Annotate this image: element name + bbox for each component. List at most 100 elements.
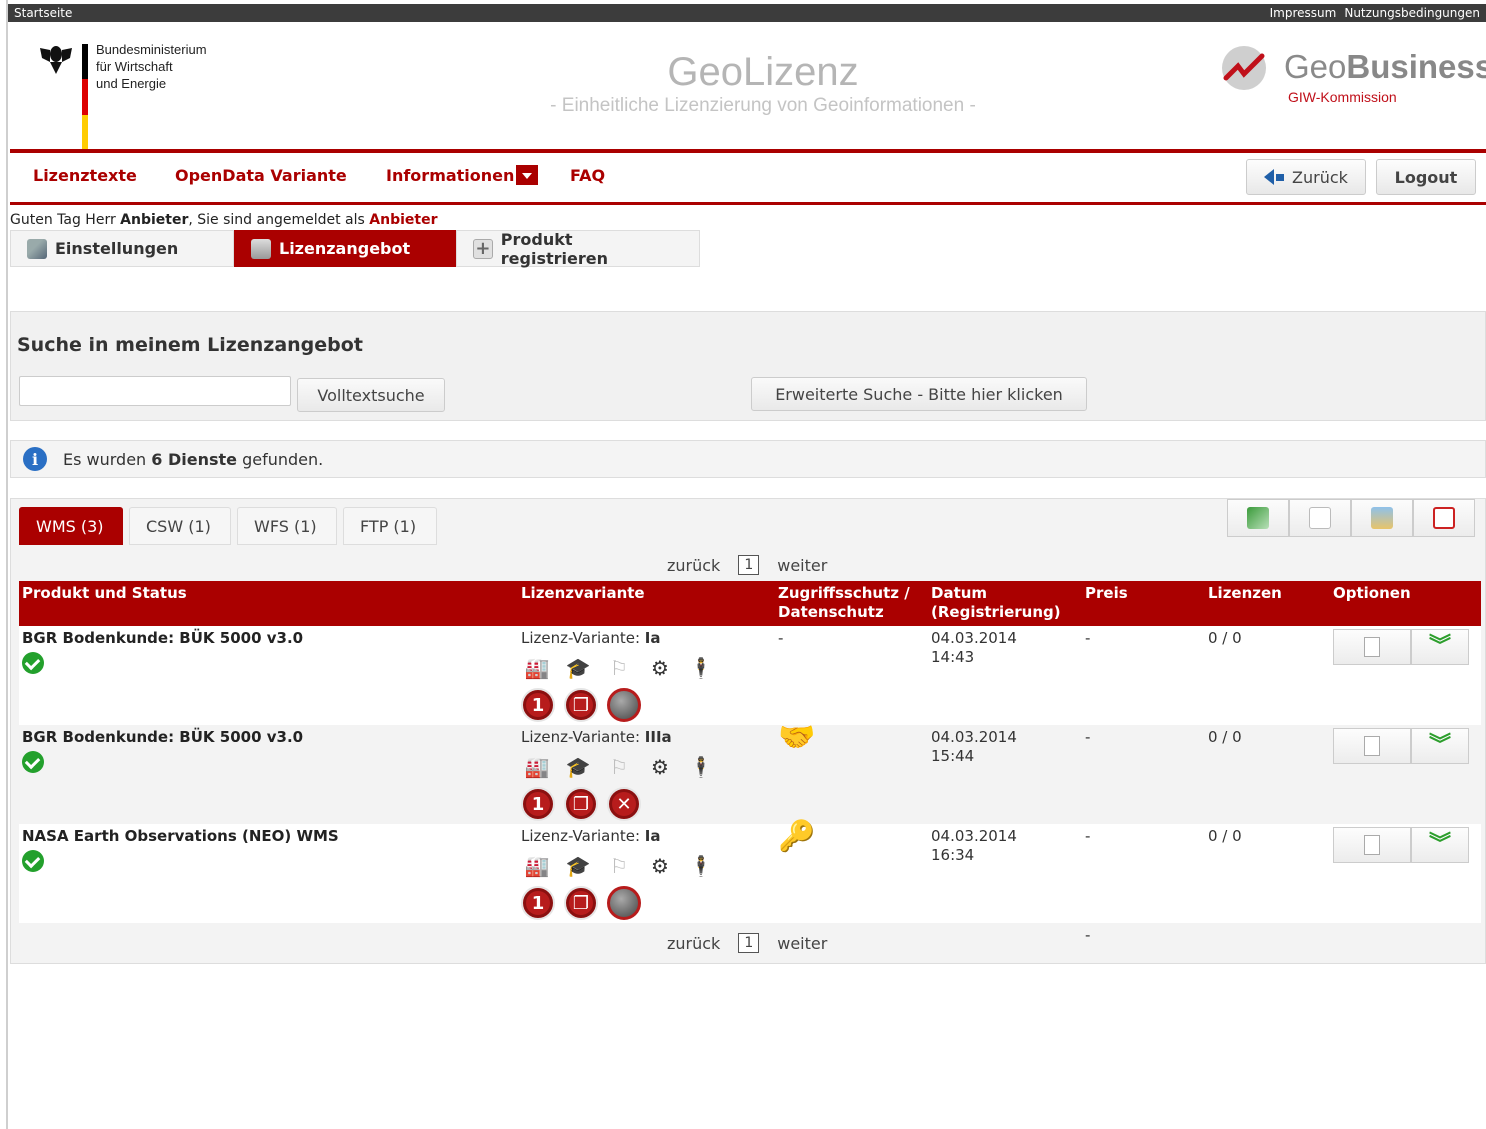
pager-next[interactable]: weiter [777, 934, 827, 953]
geobusiness-logo-icon [1222, 46, 1266, 90]
double-chevron-down-icon: ︾ [1428, 634, 1451, 659]
no-distribution-icon: ✕ [607, 787, 641, 821]
table-row: NASA Earth Observations (NEO) WMS Lizenz… [19, 822, 1481, 923]
license-variant: Lizenz-Variante: IIIa [521, 728, 672, 746]
one-user-icon: 1 [521, 886, 555, 920]
gear-icon: ⚙ [651, 754, 669, 779]
col-header-product[interactable]: Produkt und Status [19, 581, 518, 626]
back-arrow-icon [1264, 169, 1275, 185]
expand-button[interactable]: ︾ [1411, 827, 1469, 863]
info-icon: i [23, 447, 47, 471]
export-toolbar [1227, 499, 1475, 537]
table-row: BGR Bodenkunde: BÜK 5000 v3.0 Lizenz-Var… [19, 723, 1481, 824]
price: - [1082, 824, 1205, 923]
footer-dash: - [1082, 923, 1205, 948]
logout-button[interactable]: Logout [1376, 159, 1476, 195]
copy-icon: ❐ [564, 787, 598, 821]
tab-produkt-registrieren[interactable]: + Produkt registrieren [456, 230, 700, 268]
registration-date: 04.03.2014 14:43 [928, 626, 1082, 725]
gear-icon: ⚙ [651, 853, 669, 878]
nav-opendata-variante[interactable]: OpenData Variante [175, 166, 347, 185]
col-header-options: Optionen [1330, 581, 1481, 626]
pager-bottom: zurück 1 weiter [667, 933, 827, 953]
status-ok-icon [22, 751, 44, 773]
price: - [1082, 725, 1205, 824]
advanced-search-button[interactable]: Erweiterte Suche - Bitte hier klicken [751, 377, 1087, 411]
expand-button[interactable]: ︾ [1411, 728, 1469, 764]
nav-informationen[interactable]: Informationen [386, 164, 539, 187]
one-user-icon: 1 [521, 688, 555, 722]
status-ok-icon [22, 850, 44, 872]
back-button[interactable]: Zurück [1246, 159, 1366, 195]
tab-wfs[interactable]: WFS (1) [237, 507, 337, 545]
search-input[interactable] [19, 376, 291, 406]
nav-lizenztexte[interactable]: Lizenztexte [33, 166, 137, 185]
product-name[interactable]: BGR Bodenkunde: BÜK 5000 v3.0 [22, 629, 515, 648]
pager-next[interactable]: weiter [777, 556, 827, 575]
industry-icon: 🏭 [524, 853, 550, 878]
database-icon [251, 238, 271, 259]
export-pdf-button[interactable] [1413, 499, 1475, 537]
search-heading: Suche in meinem Lizenzangebot [17, 334, 363, 356]
details-button[interactable] [1333, 827, 1411, 863]
table-row: BGR Bodenkunde: BÜK 5000 v3.0 Lizenz-Var… [19, 626, 1481, 725]
double-chevron-down-icon: ︾ [1428, 733, 1451, 758]
home-link[interactable]: Startseite [14, 6, 72, 20]
licenses-count: 0 / 0 [1205, 824, 1330, 923]
document-icon [1364, 736, 1380, 756]
col-header-variant[interactable]: Lizenzvariante [518, 581, 775, 626]
pager-prev[interactable]: zurück [667, 934, 720, 953]
document-icon [1364, 835, 1380, 855]
export-image-button[interactable] [1351, 499, 1413, 537]
terms-link[interactable]: Nutzungsbedingungen [1344, 6, 1480, 20]
col-header-price[interactable]: Preis [1082, 581, 1205, 626]
fulltext-search-button[interactable]: Volltextsuche [297, 378, 445, 412]
globe-icon [607, 688, 641, 722]
double-chevron-down-icon: ︾ [1428, 832, 1451, 857]
table-header-row: Produkt und Status Lizenzvariante Zugrif… [19, 581, 1481, 626]
impressum-link[interactable]: Impressum [1270, 6, 1337, 20]
dropdown-arrow-icon[interactable] [516, 164, 539, 185]
key-icon: 🔑 [778, 819, 816, 854]
tab-csw[interactable]: CSW (1) [129, 507, 231, 545]
document-icon [1364, 637, 1380, 657]
license-icons: 🏭 🎓 ⚐ ⚙ 🕴 [521, 751, 772, 783]
product-name[interactable]: BGR Bodenkunde: BÜK 5000 v3.0 [22, 728, 515, 747]
page-left-border [6, 0, 8, 1129]
export-text-button[interactable] [1289, 499, 1351, 537]
education-icon: 🎓 [565, 655, 591, 680]
tab-ftp[interactable]: FTP (1) [343, 507, 437, 545]
user-tabs: Einstellungen Lizenzangebot + Produkt reg… [10, 230, 700, 268]
details-button[interactable] [1333, 629, 1411, 665]
registration-date: 04.03.2014 15:44 [928, 725, 1082, 824]
copy-icon: ❐ [564, 886, 598, 920]
education-icon: 🎓 [565, 754, 591, 779]
pager-page[interactable]: 1 [738, 933, 760, 953]
greeting-text: Guten Tag Herr Anbieter, Sie sind angeme… [10, 212, 438, 228]
geobusiness-brand: GeoBusiness [1284, 48, 1486, 85]
education-icon: 🎓 [565, 853, 591, 878]
col-header-access[interactable]: Zugriffsschutz / Datenschutz [775, 581, 928, 626]
top-bar: Startseite Impressum Nutzungsbedingungen [8, 4, 1486, 22]
tab-einstellungen[interactable]: Einstellungen [10, 230, 234, 267]
pager-page[interactable]: 1 [738, 555, 760, 575]
one-user-icon: 1 [521, 787, 555, 821]
excel-icon [1247, 507, 1269, 529]
product-name[interactable]: NASA Earth Observations (NEO) WMS [22, 827, 515, 846]
person-icon: 🕴 [688, 853, 714, 878]
expand-button[interactable]: ︾ [1411, 629, 1469, 665]
pager-prev[interactable]: zurück [667, 556, 720, 575]
col-header-licenses[interactable]: Lizenzen [1205, 581, 1330, 626]
tab-lizenzangebot[interactable]: Lizenzangebot [234, 230, 456, 267]
col-header-date[interactable]: Datum (Registrierung) [928, 581, 1082, 626]
licenses-count: 0 / 0 [1205, 725, 1330, 824]
details-button[interactable] [1333, 728, 1411, 764]
license-variant: Lizenz-Variante: Ia [521, 827, 661, 845]
flag-icon: ⚐ [610, 655, 628, 680]
nav-faq[interactable]: FAQ [570, 166, 605, 185]
plus-icon: + [473, 238, 493, 259]
export-excel-button[interactable] [1227, 499, 1289, 537]
person-icon: 🕴 [688, 655, 714, 680]
tab-wms[interactable]: WMS (3) [19, 507, 123, 545]
pdf-icon [1433, 507, 1455, 529]
